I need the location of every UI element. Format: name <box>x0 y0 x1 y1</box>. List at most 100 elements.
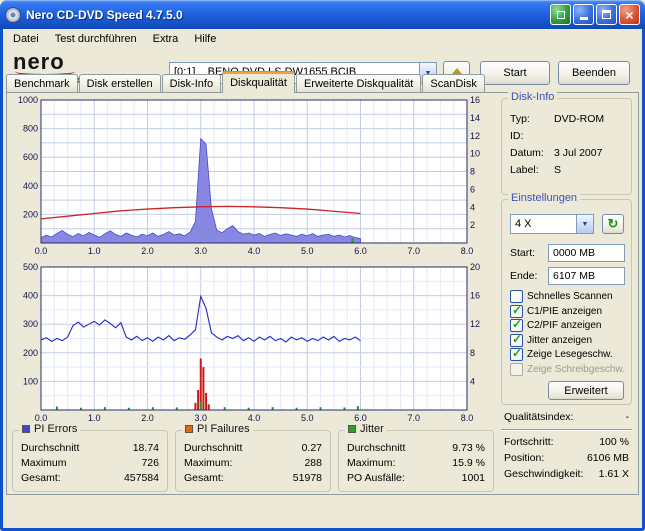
svg-text:200: 200 <box>23 209 38 219</box>
pi-failures-jitter-chart: 0.0 1.0 2.0 3.0 4.0 5.0 6.0 7.0 8.0 100 200 300 400 5… <box>9 262 491 428</box>
checkbox-schnelles-scannen[interactable]: Schnelles Scannen <box>510 290 627 303</box>
svg-text:400: 400 <box>23 181 38 191</box>
titlebar[interactable]: Nero CD-DVD Speed 4.7.5.0 × <box>0 0 645 29</box>
tab-disk-erstellen[interactable]: Disk erstellen <box>78 74 161 92</box>
svg-text:3.0: 3.0 <box>194 413 207 423</box>
disk-info-row: Datum: 3 Jul 2007 <box>510 147 603 159</box>
tab-diskqualitaet[interactable]: Diskqualität <box>222 71 295 93</box>
quality-index-label: Qualitätsindex: <box>504 411 574 423</box>
svg-text:4.0: 4.0 <box>248 246 261 256</box>
svg-text:300: 300 <box>23 319 38 329</box>
refresh-icon: ↻ <box>607 216 619 231</box>
svg-text:12: 12 <box>470 319 480 329</box>
stat-row: Gesamt: 51978 <box>184 472 322 484</box>
menubar: Datei Test durchführen Extra Hilfe <box>3 29 642 48</box>
stat-row: Durchschnitt 9.73 % <box>347 442 485 454</box>
stat-row: Durchschnitt 0.27 <box>184 442 322 454</box>
checkbox-icon <box>510 317 523 332</box>
tab-disk-info[interactable]: Disk-Info <box>161 74 222 92</box>
pi-failures-group-title: PI Failures <box>197 423 250 435</box>
pi-errors-chart: 0.0 1.0 2.0 3.0 4.0 5.0 6.0 7.0 8.0 200 400 600 800 1… <box>9 95 491 261</box>
checkbox-icon <box>510 362 523 376</box>
jitter-legend-swatch <box>348 425 356 433</box>
pi-errors-legend-swatch <box>22 425 30 433</box>
checkbox-zeige-lesegeschw[interactable]: Zeige Lesegeschw. <box>510 346 627 361</box>
menu-hilfe[interactable]: Hilfe <box>186 31 224 47</box>
svg-text:1.0: 1.0 <box>88 246 101 256</box>
disk-info-row: Typ: DVD-ROM <box>510 113 605 125</box>
maximize-icon <box>602 10 611 19</box>
svg-text:500: 500 <box>23 262 38 272</box>
svg-text:2: 2 <box>470 220 475 230</box>
tabbar: Benchmark Disk erstellen Disk-Info Diskq… <box>6 71 639 93</box>
separator <box>501 429 632 431</box>
checkbox-zeige-schreibgeschw[interactable]: Zeige Schreibgeschw. <box>510 362 627 376</box>
svg-text:4: 4 <box>470 376 475 386</box>
settings-group: Einstellungen 4 X ▼ ↻ Start: Ende: Schne… <box>501 192 632 405</box>
scan-speed-select[interactable]: 4 X ▼ <box>510 214 594 234</box>
svg-text:600: 600 <box>23 152 38 162</box>
pi-errors-group: PI Errors Durchschnitt 18.74 Maximum 726 G… <box>12 423 168 492</box>
stat-row: Maximum: 288 <box>184 457 322 469</box>
position-row: Position: 6106 MB <box>504 452 629 464</box>
jitter-group-title: Jitter <box>360 423 384 435</box>
settings-title: Einstellungen <box>508 192 581 204</box>
start-position-input[interactable] <box>548 244 625 262</box>
svg-text:6.0: 6.0 <box>354 413 367 423</box>
start-field-label: Start: <box>510 247 536 259</box>
svg-text:800: 800 <box>23 124 38 134</box>
checkbox-icon <box>510 332 523 347</box>
checkbox-c2-pif-anzeigen[interactable]: C2/PIF anzeigen <box>510 317 627 332</box>
svg-text:4: 4 <box>470 202 475 212</box>
svg-text:8: 8 <box>470 167 475 177</box>
menu-datei[interactable]: Datei <box>5 31 47 47</box>
svg-text:2.0: 2.0 <box>141 413 154 423</box>
svg-text:1.0: 1.0 <box>88 413 101 423</box>
pi-failures-group: PI Failures Durchschnitt 0.27 Maximum: 288… <box>175 423 331 492</box>
green-window-button[interactable] <box>550 4 571 25</box>
stat-row: Durchschnitt 18.74 <box>21 442 159 454</box>
svg-text:5.0: 5.0 <box>301 246 314 256</box>
stat-row: Maximum: 15.9 % <box>347 457 485 469</box>
svg-text:8.0: 8.0 <box>461 413 474 423</box>
svg-text:7.0: 7.0 <box>407 246 420 256</box>
svg-text:6.0: 6.0 <box>354 246 367 256</box>
tab-scandisk[interactable]: ScanDisk <box>422 74 485 92</box>
disk-info-row: ID: <box>510 130 524 142</box>
menu-test-durchfuehren[interactable]: Test durchführen <box>47 31 145 47</box>
checkbox-icon <box>510 303 523 318</box>
svg-text:100: 100 <box>23 376 38 386</box>
tab-erweiterte-diskqualitaet[interactable]: Erweiterte Diskqualität <box>295 74 422 92</box>
svg-text:0.0: 0.0 <box>35 413 48 423</box>
svg-text:16: 16 <box>470 291 480 301</box>
tab-benchmark[interactable]: Benchmark <box>6 74 78 92</box>
disk-info-row: Label: S <box>510 164 562 176</box>
advanced-button[interactable]: Erweitert <box>548 381 624 400</box>
refresh-button[interactable]: ↻ <box>602 214 624 234</box>
end-field-label: Ende: <box>510 270 538 282</box>
menu-extra[interactable]: Extra <box>145 31 187 47</box>
svg-text:5.0: 5.0 <box>301 413 314 423</box>
svg-text:8.0: 8.0 <box>461 246 474 256</box>
close-button[interactable]: × <box>619 4 640 25</box>
maximize-button[interactable] <box>596 4 617 25</box>
minimize-button[interactable] <box>573 4 594 25</box>
svg-text:6: 6 <box>470 184 475 194</box>
disc-icon <box>5 6 21 23</box>
svg-text:0.0: 0.0 <box>35 246 48 256</box>
end-position-input[interactable] <box>548 267 625 285</box>
disk-info-group: Disk-Info Typ: DVD-ROM ID: Datum: 3 Jul 20… <box>501 91 632 195</box>
app-window: Nero CD-DVD Speed 4.7.5.0 × Datei Test d… <box>0 0 645 531</box>
pi-failures-legend-swatch <box>185 425 193 433</box>
minimize-icon <box>579 17 588 20</box>
svg-text:7.0: 7.0 <box>407 413 420 423</box>
checkbox-jitter-anzeigen[interactable]: Jitter anzeigen <box>510 332 627 347</box>
svg-text:14: 14 <box>470 113 480 123</box>
speed-row: Geschwindigkeit: 1.61 X <box>504 468 629 480</box>
diskqualitaet-panel: 0.0 1.0 2.0 3.0 4.0 5.0 6.0 7.0 8.0 200 400 600 800 1… <box>6 91 639 495</box>
pi-errors-group-title: PI Errors <box>34 423 78 435</box>
quality-index-row: Qualitätsindex: - <box>501 411 632 423</box>
checkbox-c1-pie-anzeigen[interactable]: C1/PIE anzeigen <box>510 303 627 318</box>
chevron-down-icon[interactable]: ▼ <box>576 215 593 233</box>
jitter-group: Jitter Durchschnitt 9.73 % Maximum: 15.9 %… <box>338 423 494 492</box>
